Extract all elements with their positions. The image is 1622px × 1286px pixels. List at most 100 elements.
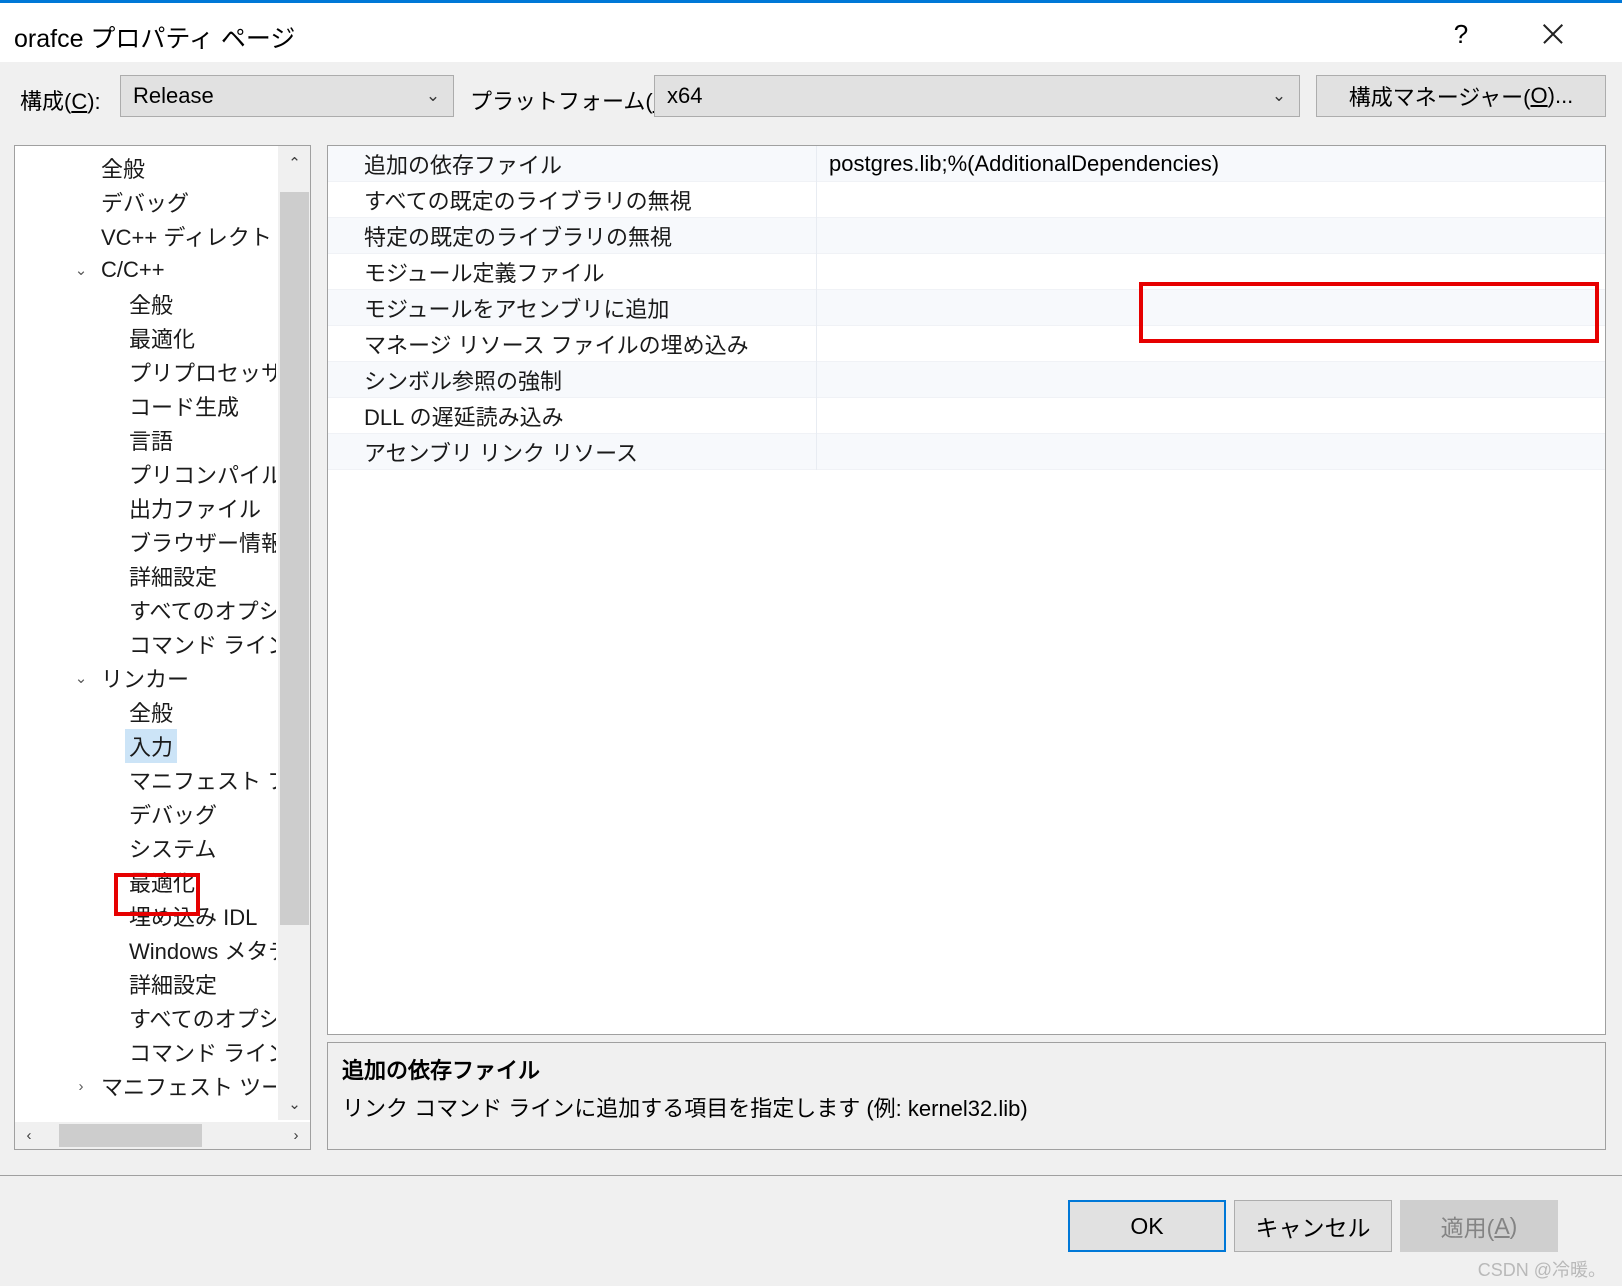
property-name: モジュールをアセンブリに追加 xyxy=(328,289,817,326)
tree-item[interactable]: プリコンパイル済み xyxy=(15,457,276,491)
tree-hscroll-thumb[interactable] xyxy=(59,1124,202,1147)
tree-item-label: 出力ファイル xyxy=(129,497,262,522)
tree-item[interactable]: ⌄ C/C++ xyxy=(15,253,276,287)
tree-item-label: ブラウザー情報 xyxy=(129,531,276,556)
tree-item-label: 詳細設定 xyxy=(129,973,218,998)
tree-item[interactable]: › マニフェスト ツール xyxy=(15,1069,277,1103)
property-value[interactable] xyxy=(817,326,1605,362)
window-title: orafce プロパティ ページ xyxy=(14,25,296,53)
property-row[interactable]: すべての既定のライブラリの無視 xyxy=(328,181,1605,218)
title-bar: orafce プロパティ ページ ? xyxy=(0,0,1622,62)
chevron-down-icon: ⌄ xyxy=(1271,86,1287,105)
ok-button[interactable]: OK xyxy=(1068,1200,1226,1252)
tree-item[interactable]: 詳細設定 xyxy=(15,967,276,1001)
property-row[interactable]: アセンブリ リンク リソース xyxy=(328,433,1605,470)
configuration-manager-button[interactable]: 構成マネージャー(O)... xyxy=(1316,75,1606,117)
tree-item[interactable]: 埋め込み IDL xyxy=(15,899,276,933)
tree-vscroll-thumb[interactable] xyxy=(280,192,309,925)
property-row[interactable]: シンボル参照の強制 xyxy=(328,361,1605,398)
tree-item[interactable]: すべてのオプション xyxy=(15,1001,276,1035)
help-glyph: ? xyxy=(1453,18,1469,49)
tree-item-label: 最適化 xyxy=(129,327,196,352)
tree-item-label: プリコンパイル済み xyxy=(129,463,276,488)
scroll-down-icon[interactable]: ⌄ xyxy=(278,1087,311,1120)
property-value[interactable] xyxy=(817,434,1605,470)
property-row[interactable]: DLL の遅延読み込み xyxy=(328,397,1605,434)
property-row[interactable]: モジュール定義ファイル xyxy=(328,253,1605,290)
tree-item[interactable]: 言語 xyxy=(15,423,276,457)
property-value[interactable] xyxy=(817,218,1605,254)
tree-item[interactable]: VC++ ディレクトリ xyxy=(15,219,276,253)
tree-item[interactable]: 出力ファイル xyxy=(15,491,276,525)
property-row[interactable]: 特定の既定のライブラリの無視 xyxy=(328,217,1605,254)
tree-vertical-scrollbar[interactable]: ⌃ ⌄ xyxy=(277,146,310,1120)
tree-item[interactable]: 最適化 xyxy=(15,865,276,899)
property-value[interactable] xyxy=(817,182,1605,218)
property-row[interactable]: モジュールをアセンブリに追加 xyxy=(328,289,1605,326)
tree-item[interactable]: 全般 xyxy=(15,151,276,185)
platform-select[interactable]: x64 ⌄ xyxy=(654,75,1300,117)
tree-item[interactable]: プリプロセッサ xyxy=(15,355,276,389)
property-value[interactable] xyxy=(817,398,1605,434)
tree-item[interactable]: デバッグ xyxy=(15,797,276,831)
tree-item-label: 言語 xyxy=(129,429,174,454)
apply-button[interactable]: 適用(A) xyxy=(1400,1200,1558,1252)
close-glyph xyxy=(1540,21,1566,47)
scroll-right-icon[interactable]: › xyxy=(282,1122,310,1149)
tree-item-label: 全般 xyxy=(129,293,174,318)
tree-item[interactable]: 入力 xyxy=(15,729,276,763)
tree-item[interactable]: コマンド ライン xyxy=(15,627,276,661)
chevron-right-icon[interactable]: › xyxy=(71,1078,91,1095)
tree-item[interactable]: 最適化 xyxy=(15,321,276,355)
property-row[interactable]: マネージ リソース ファイルの埋め込み xyxy=(328,325,1605,362)
tree-item[interactable]: デバッグ xyxy=(15,185,276,219)
tree-item[interactable]: 全般 xyxy=(15,695,276,729)
property-grid-rows: 追加の依存ファイル postgres.lib;%(AdditionalDepend… xyxy=(328,145,1605,470)
platform-value: x64 xyxy=(667,83,703,108)
tree-item[interactable]: マニフェスト ファイル xyxy=(15,763,276,797)
tree-item-label: システム xyxy=(129,837,217,862)
settings-tree: 全般 デバッグ VC++ ディレクトリ ⌄ C/C++ 全般 最適化 プリプロセッサ コード生成… xyxy=(15,146,276,1103)
scroll-left-icon[interactable]: ‹ xyxy=(15,1122,43,1149)
tree-item[interactable]: システム xyxy=(15,831,276,865)
platform-label: プラットフォーム(P): xyxy=(470,89,681,114)
tree-item[interactable]: すべてのオプション xyxy=(15,593,276,627)
property-value[interactable] xyxy=(817,362,1605,398)
tree-item[interactable]: ⌄ リンカー xyxy=(15,661,276,695)
cancel-button[interactable]: キャンセル xyxy=(1234,1200,1392,1252)
tree-item-label: C/C++ xyxy=(101,257,165,282)
tree-item-label: 全般 xyxy=(101,157,146,182)
description-title: 追加の依存ファイル xyxy=(342,1058,541,1083)
configuration-label: 構成(C): xyxy=(20,89,101,114)
property-value[interactable]: postgres.lib;%(AdditionalDependencies) xyxy=(817,146,1605,182)
tree-item[interactable]: 詳細設定 xyxy=(15,559,276,593)
tree-item[interactable]: コード生成 xyxy=(15,389,276,423)
property-name: マネージ リソース ファイルの埋め込み xyxy=(328,325,817,362)
property-row[interactable]: 追加の依存ファイル postgres.lib;%(AdditionalDepend… xyxy=(328,145,1605,182)
tree-item-label: リンカー xyxy=(101,667,190,692)
chevron-down-icon[interactable]: ⌄ xyxy=(71,261,91,279)
scroll-up-icon[interactable]: ⌃ xyxy=(278,146,311,179)
tree-item-label: すべてのオプション xyxy=(129,599,276,624)
tree-item-label: マニフェスト ツール xyxy=(101,1075,276,1100)
tree-horizontal-scrollbar[interactable]: ‹ › xyxy=(15,1121,310,1149)
help-icon[interactable]: ? xyxy=(1430,6,1492,62)
tree-item[interactable]: Windows メタデータ xyxy=(15,933,276,967)
configuration-select[interactable]: Release ⌄ xyxy=(120,75,454,117)
tree-item-label: マニフェスト ファイル xyxy=(129,769,276,794)
chevron-down-icon[interactable]: ⌄ xyxy=(71,669,91,687)
tree-item-label: デバッグ xyxy=(101,191,190,216)
tree-item[interactable]: ブラウザー情報 xyxy=(15,525,276,559)
tree-item-label: 入力 xyxy=(125,729,178,763)
close-icon[interactable] xyxy=(1522,6,1584,62)
property-name: シンボル参照の強制 xyxy=(328,361,817,398)
property-value[interactable] xyxy=(817,254,1605,290)
tree-item-label: コマンド ライン xyxy=(129,633,276,658)
tree-item[interactable]: 全般 xyxy=(15,287,276,321)
tree-item-label: Windows メタデータ xyxy=(129,939,276,964)
property-value[interactable] xyxy=(817,290,1605,326)
description-pane: 追加の依存ファイル リンク コマンド ラインに追加する項目を指定します (例: … xyxy=(327,1042,1606,1150)
tree-item-label: VC++ ディレクトリ xyxy=(101,225,276,250)
property-pages-dialog: orafce プロパティ ページ ? 構成(C): Release ⌄ プラット… xyxy=(0,0,1622,1286)
tree-item[interactable]: コマンド ライン xyxy=(15,1035,276,1069)
